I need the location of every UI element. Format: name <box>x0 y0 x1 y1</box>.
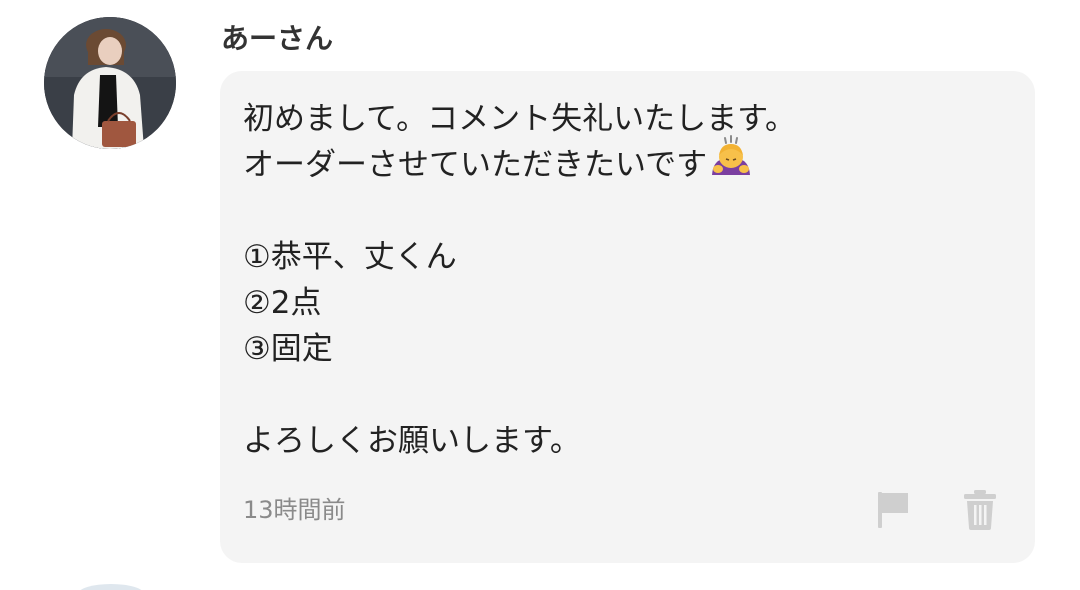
next-comment-avatar <box>78 584 144 590</box>
trash-icon <box>964 490 996 530</box>
avatar[interactable] <box>44 17 176 149</box>
message-line <box>243 372 1003 418</box>
message-line: よろしくお願いします。 <box>243 423 581 459</box>
comment-bubble: 初めまして。コメント失礼いたします。 オーダーさせていただきたいです ①恭平、丈… <box>220 71 1035 563</box>
avatar-photo <box>44 17 176 149</box>
comment-message: 初めまして。コメント失礼いたします。 オーダーさせていただきたいです ①恭平、丈… <box>243 96 1003 464</box>
message-line: ①恭平、丈くん <box>243 239 457 275</box>
comment-thread: あーさん 初めまして。コメント失礼いたします。 オーダーさせていただきたいです <box>0 0 1080 590</box>
message-line: ②2点 <box>243 285 322 321</box>
report-button[interactable] <box>874 489 912 531</box>
person-bowing-emoji <box>709 135 753 190</box>
message-line-text: オーダーさせていただきたいです <box>243 147 708 183</box>
flag-icon <box>878 492 908 528</box>
delete-button[interactable] <box>961 489 999 531</box>
message-line: ③固定 <box>243 331 333 367</box>
comment-timestamp: 13時間前 <box>243 496 346 524</box>
username[interactable]: あーさん <box>221 20 333 58</box>
message-line <box>243 188 1003 234</box>
message-line: 初めまして。コメント失礼いたします。 <box>243 101 797 137</box>
message-line: オーダーさせていただきたいです <box>243 135 1003 188</box>
